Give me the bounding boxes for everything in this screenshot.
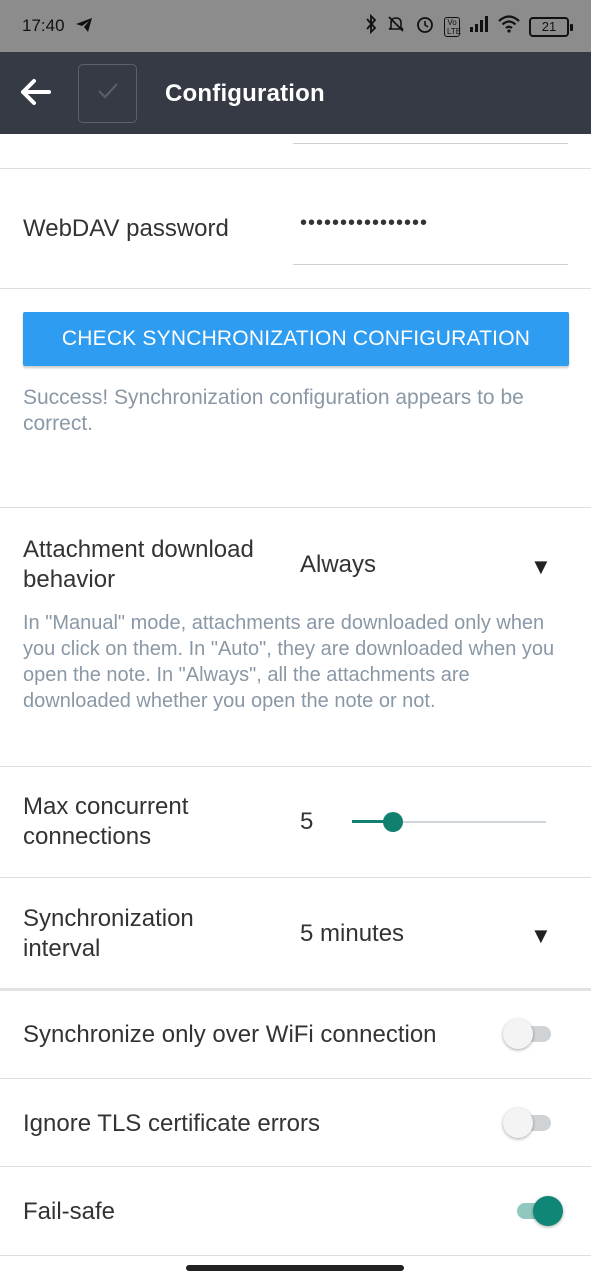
app-bar: Configuration (0, 52, 591, 134)
divider (0, 877, 591, 878)
divider (0, 1078, 591, 1079)
bluetooth-icon (365, 13, 377, 39)
wifi-icon (498, 15, 520, 38)
divider (0, 168, 591, 169)
slider-thumb[interactable] (383, 812, 403, 832)
dropdown-arrow-icon[interactable]: ▼ (530, 554, 552, 580)
dropdown-arrow-icon[interactable]: ▼ (530, 923, 552, 949)
signal-icon (469, 16, 489, 37)
ignore-tls-toggle[interactable] (503, 1108, 555, 1138)
home-gesture-bar[interactable] (186, 1265, 404, 1271)
divider (0, 1255, 591, 1256)
checkmark-icon (96, 81, 120, 106)
save-button[interactable] (78, 64, 137, 123)
connections-slider[interactable] (352, 808, 546, 836)
status-bar: 17:40 Vo LTE 21 (0, 0, 591, 52)
mute-icon (386, 14, 406, 39)
connections-value: 5 (300, 808, 314, 835)
password-field-underline (293, 264, 568, 265)
previous-field-underline (293, 143, 568, 144)
attachment-description: In "Manual" mode, attachments are downlo… (23, 612, 555, 712)
attachment-label: Attachment download behavior (23, 536, 254, 593)
status-icons: Vo LTE 21 (365, 13, 573, 39)
divider (0, 1166, 591, 1167)
divider (0, 766, 591, 767)
password-field[interactable]: •••••••••••••••• (300, 212, 428, 235)
back-button[interactable] (16, 74, 56, 114)
check-sync-button[interactable]: CHECK SYNCHRONIZATION CONFIGURATION (23, 312, 569, 366)
ignore-tls-label: Ignore TLS certificate errors (23, 1110, 321, 1137)
status-time: 17:40 (22, 16, 65, 35)
battery-icon: 21 (529, 16, 573, 37)
alarm-icon (415, 14, 435, 39)
page-title: Configuration (165, 80, 325, 107)
interval-dropdown[interactable]: 5 minutes (300, 919, 404, 949)
divider (0, 507, 591, 508)
password-label: WebDAV password (23, 215, 229, 242)
connections-label: Max concurrent connections (23, 793, 189, 850)
section-divider (0, 988, 591, 991)
wifi-only-toggle[interactable] (503, 1019, 555, 1049)
sync-result-text: Success! Synchronization configuration a… (23, 386, 524, 435)
wifi-only-label: Synchronize only over WiFi connection (23, 1021, 437, 1048)
divider (0, 288, 591, 289)
telegram-icon (75, 17, 93, 38)
fail-safe-label: Fail-safe (23, 1198, 116, 1225)
fail-safe-toggle[interactable] (513, 1196, 565, 1226)
attachment-dropdown[interactable]: Always (300, 550, 376, 580)
interval-label: Synchronization interval (23, 905, 194, 962)
arrow-left-icon (19, 77, 53, 112)
volte-icon: Vo LTE (444, 16, 461, 37)
